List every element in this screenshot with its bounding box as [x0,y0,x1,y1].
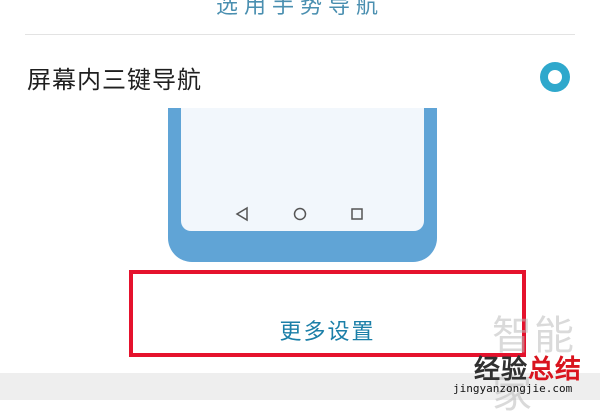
watermark-main-b: 总结 [528,355,583,385]
radio-selected-icon[interactable] [540,62,570,92]
watermark-url: jingyanzongjie.com [453,382,573,395]
radio-inner-dot [548,70,562,84]
home-circle-icon [293,207,307,221]
option-label: 屏幕内三键导航 [27,66,202,94]
watermark-main: 经验总结 [474,349,582,386]
watermark-main-a: 经验 [474,355,529,385]
more-settings-button[interactable]: 更多设置 [129,270,526,357]
previous-option-label: 选用手势导航 [215,0,384,19]
recent-square-icon [351,208,363,220]
back-triangle-icon [235,206,248,222]
more-settings-label: 更多设置 [279,320,376,345]
divider [25,34,575,35]
